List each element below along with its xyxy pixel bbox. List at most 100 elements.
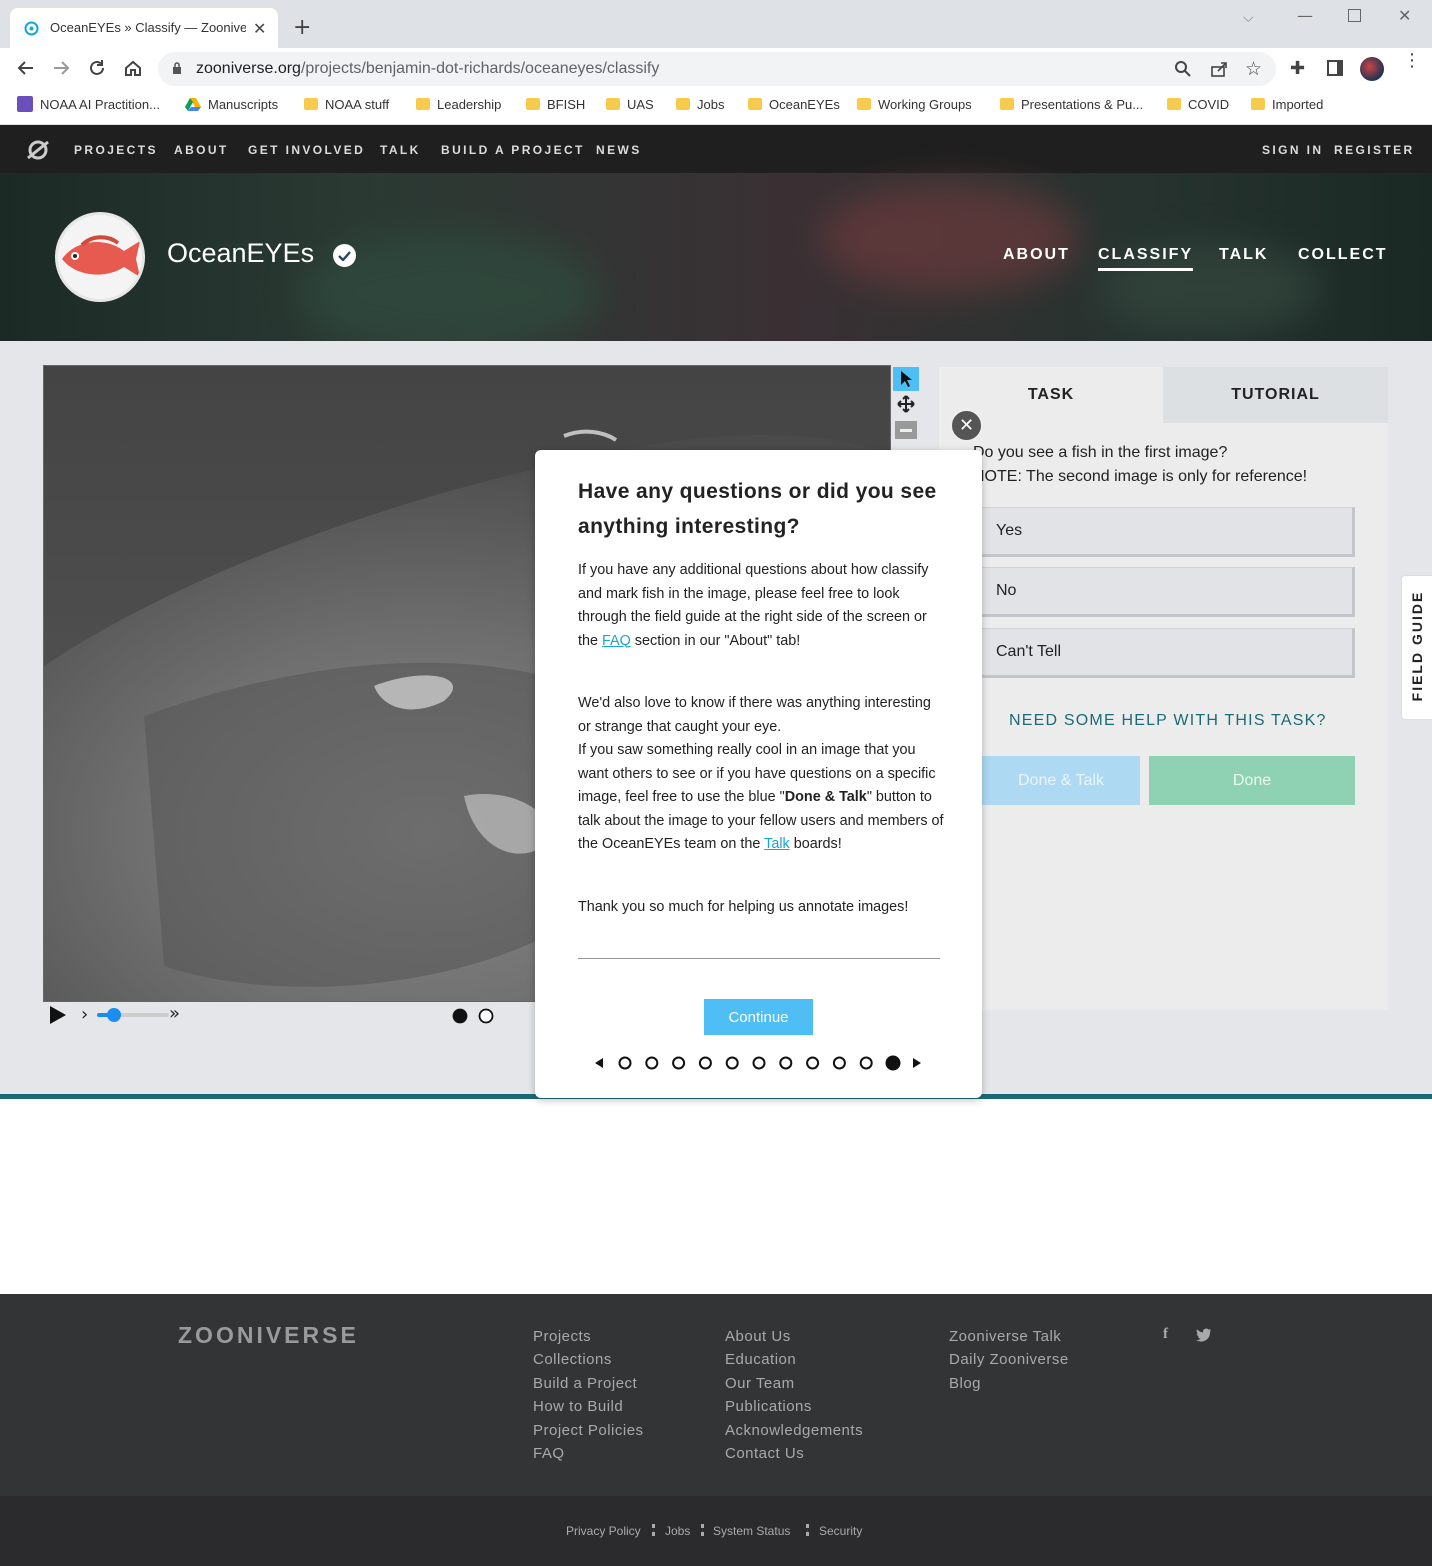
footer-link[interactable]: Daily Zooniverse (949, 1351, 1069, 1368)
system-status-link[interactable]: System Status (713, 1524, 790, 1538)
footer-link[interactable]: Collections (533, 1351, 612, 1368)
bookmark-jobs[interactable]: Jobs (676, 94, 724, 114)
nav-build-a-project[interactable]: BUILD A PROJECT (441, 143, 585, 157)
new-tab-icon[interactable]: + (293, 15, 311, 40)
bookmark-imported[interactable]: Imported (1251, 94, 1323, 114)
bookmark-leadership[interactable]: Leadership (416, 94, 501, 114)
project-nav-talk[interactable]: TALK (1219, 246, 1268, 264)
window-close-icon[interactable]: ✕ (1398, 6, 1411, 25)
maximize-icon[interactable] (1348, 9, 1361, 22)
project-nav-classify[interactable]: CLASSIFY (1098, 246, 1194, 271)
prev-step-icon[interactable] (595, 1058, 603, 1068)
footer-link[interactable]: Education (725, 1351, 796, 1368)
nav-get-involved[interactable]: GET INVOLVED (248, 143, 365, 157)
step-dot[interactable] (698, 1056, 712, 1070)
footer-link[interactable]: Acknowledgements (725, 1422, 863, 1439)
step-dot[interactable] (618, 1056, 632, 1070)
footer-link[interactable]: Build a Project (533, 1375, 637, 1392)
bookmark-manuscripts[interactable]: Manuscripts (185, 94, 278, 114)
talk-link[interactable]: Talk (764, 836, 790, 852)
zoom-out-icon[interactable] (893, 418, 919, 442)
frame-dot[interactable] (478, 1008, 494, 1024)
security-link[interactable]: Security (819, 1524, 862, 1538)
project-nav-about[interactable]: ABOUT (1003, 246, 1070, 264)
pointer-tool-icon[interactable] (893, 367, 919, 391)
move-tool-icon[interactable] (893, 392, 919, 416)
speed-slider[interactable] (97, 1008, 169, 1022)
answer-no[interactable]: No (981, 567, 1355, 617)
step-dot[interactable] (779, 1056, 793, 1070)
step-dot[interactable] (752, 1056, 766, 1070)
back-arrow-icon[interactable] (15, 57, 37, 79)
footer-link[interactable]: Blog (949, 1375, 981, 1392)
frame-dot[interactable] (452, 1008, 468, 1024)
nav-news[interactable]: NEWS (596, 143, 642, 157)
share-icon[interactable] (1210, 60, 1228, 78)
done-and-talk-button[interactable]: Done & Talk (982, 756, 1140, 805)
bookmark-uas[interactable]: UAS (606, 94, 654, 114)
tab-tutorial[interactable]: TUTORIAL (1163, 367, 1388, 423)
footer-link[interactable]: Contact Us (725, 1445, 804, 1462)
continue-button[interactable]: Continue (704, 999, 813, 1035)
facebook-icon[interactable]: f (1163, 1326, 1168, 1343)
step-dot[interactable] (806, 1056, 820, 1070)
step-dot[interactable] (672, 1056, 686, 1070)
bookmark-oceaneyes[interactable]: OceanEYEs (748, 94, 840, 114)
sign-in-link[interactable]: SIGN IN (1262, 143, 1323, 157)
footer-link[interactable]: Publications (725, 1398, 812, 1415)
footer-link[interactable]: Our Team (725, 1375, 795, 1392)
bookmark-presentations[interactable]: Presentations & Pu... (1000, 94, 1143, 114)
project-avatar[interactable] (55, 212, 145, 302)
register-link[interactable]: REGISTER (1334, 143, 1415, 157)
step-speed-slow-icon[interactable]: › (81, 1004, 88, 1025)
side-panel-icon[interactable] (1327, 60, 1343, 76)
field-guide-tab[interactable]: FIELD GUIDE (1401, 575, 1432, 720)
menu-kebab-icon[interactable]: ⋮ (1403, 52, 1421, 70)
step-dot[interactable] (645, 1056, 659, 1070)
bookmark-star-icon[interactable]: ☆ (1245, 58, 1262, 80)
browser-tab[interactable]: OceanEYEs » Classify — Zooniverse ✕ (10, 8, 278, 48)
close-tab-icon[interactable]: ✕ (253, 19, 266, 38)
play-icon[interactable] (48, 1005, 68, 1025)
done-button[interactable]: Done (1149, 756, 1355, 805)
faq-link[interactable]: FAQ (602, 633, 631, 649)
step-dot[interactable] (832, 1056, 846, 1070)
address-bar[interactable]: zooniverse.org/projects/benjamin-dot-ric… (158, 52, 1276, 86)
footer-link[interactable]: Project Policies (533, 1422, 644, 1439)
next-step-icon[interactable] (913, 1058, 921, 1068)
step-dot[interactable] (859, 1056, 873, 1070)
jobs-link[interactable]: Jobs (665, 1524, 690, 1538)
step-dot[interactable] (725, 1056, 739, 1070)
profile-avatar[interactable] (1360, 57, 1384, 81)
answer-cant-tell[interactable]: Can't Tell (981, 628, 1355, 678)
step-dot[interactable] (885, 1055, 901, 1071)
nav-projects[interactable]: PROJECTS (74, 143, 158, 157)
bookmark-bfish[interactable]: BFISH (526, 94, 585, 114)
forward-arrow-icon[interactable] (50, 57, 72, 79)
footer-logo[interactable]: ZOONIVERSE (178, 1322, 359, 1349)
nav-about[interactable]: ABOUT (174, 143, 229, 157)
footer-link[interactable]: How to Build (533, 1398, 623, 1415)
answer-yes[interactable]: Yes (981, 507, 1355, 557)
privacy-policy-link[interactable]: Privacy Policy (566, 1524, 641, 1538)
close-modal-icon[interactable]: ✕ (950, 409, 983, 442)
tab-search-icon[interactable]: ⌵ (1243, 10, 1254, 26)
twitter-icon[interactable] (1196, 1328, 1212, 1342)
bookmark-noaa-ai[interactable]: NOAA AI Practition... (17, 94, 160, 114)
project-nav-collect[interactable]: COLLECT (1298, 246, 1388, 264)
zooniverse-logo-icon[interactable] (26, 138, 50, 162)
minimize-icon[interactable]: — (1297, 6, 1313, 25)
footer-link[interactable]: Zooniverse Talk (949, 1328, 1061, 1345)
zoom-search-icon[interactable] (1174, 60, 1192, 78)
home-icon[interactable] (122, 57, 144, 79)
extensions-puzzle-icon[interactable]: ✚ (1290, 58, 1305, 79)
bookmark-noaa-stuff[interactable]: NOAA stuff (304, 94, 389, 114)
bookmark-working-groups[interactable]: Working Groups (857, 94, 972, 114)
task-help-link[interactable]: NEED SOME HELP WITH THIS TASK? (1009, 712, 1327, 730)
reload-icon[interactable] (86, 57, 108, 79)
step-speed-fast-icon[interactable]: » (169, 1003, 180, 1024)
footer-link[interactable]: FAQ (533, 1445, 565, 1462)
footer-link[interactable]: About Us (725, 1328, 791, 1345)
bookmark-covid[interactable]: COVID (1167, 94, 1229, 114)
footer-link[interactable]: Projects (533, 1328, 591, 1345)
